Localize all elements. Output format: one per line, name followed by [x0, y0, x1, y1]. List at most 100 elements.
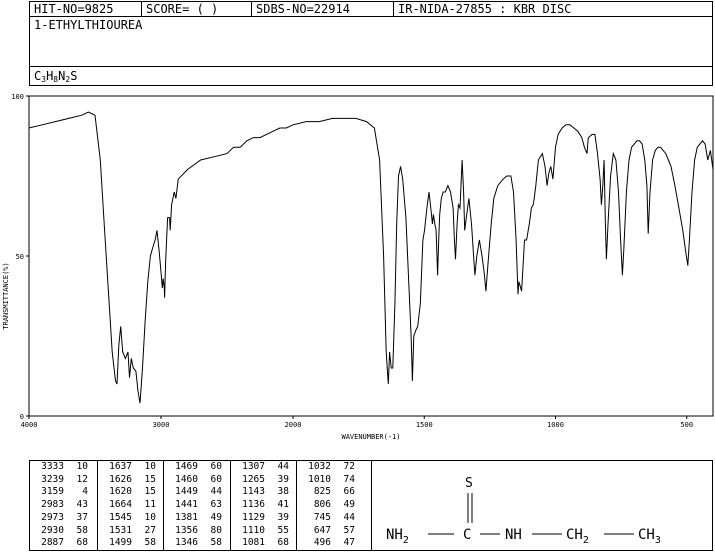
peak-row: 1136 41: [231, 499, 296, 512]
peak-row: 1381 49: [164, 512, 230, 525]
peak-transmittance: 43: [76, 499, 88, 511]
x-tick-label: 1500: [416, 421, 433, 429]
peak-wavenumber: 1441: [175, 499, 198, 511]
peak-transmittance: 66: [343, 486, 355, 498]
peak-row: 1626 15: [98, 474, 163, 487]
sulfur-atom: S: [465, 476, 473, 491]
peak-transmittance: 38: [277, 486, 289, 498]
peak-row: 647 57: [297, 525, 371, 538]
peak-transmittance: 15: [144, 473, 156, 485]
peak-row: 3333 10: [30, 461, 97, 474]
y-ticks: 0 50 100: [11, 93, 29, 421]
peak-wavenumber: 1545: [109, 511, 132, 523]
peak-wavenumber: 2930: [41, 524, 64, 536]
hit-number: HIT-NO=9825: [30, 2, 142, 16]
peak-transmittance: 10: [76, 461, 88, 472]
peak-row: 1032 72: [297, 461, 371, 474]
peak-row: 3159 4: [30, 486, 97, 499]
peak-wavenumber: 1346: [175, 537, 198, 549]
peak-transmittance: 10: [144, 461, 156, 472]
peak-wavenumber: 2973: [41, 511, 64, 523]
peak-row: 1346 58: [164, 537, 230, 550]
peak-row: 825 66: [297, 486, 371, 499]
peak-transmittance: 27: [144, 524, 156, 536]
peak-wavenumber: 1265: [242, 473, 265, 485]
compound-name-box: 1-ETHYLTHIOUREA: [29, 16, 713, 67]
peak-transmittance: 72: [343, 461, 355, 472]
peak-row: 2983 43: [30, 499, 97, 512]
peak-wavenumber: 1356: [175, 524, 198, 536]
x-tick-label: 4000: [21, 421, 38, 429]
peak-wavenumber: 1469: [175, 461, 198, 472]
peak-wavenumber: 1032: [308, 461, 331, 472]
structure-box: S NH2 C NH CH2 CH3: [372, 460, 713, 551]
methyl-group: CH3: [638, 527, 661, 546]
peak-wavenumber: 1449: [175, 486, 198, 498]
x-ticks: 4000 3000 2000 1500 1000 500: [21, 416, 693, 429]
peak-wavenumber: 825: [313, 486, 331, 498]
peak-row: 496 47: [297, 537, 371, 550]
imino-group: NH: [505, 527, 522, 543]
peak-wavenumber: 1307: [242, 461, 265, 472]
peak-transmittance: 57: [343, 524, 355, 536]
peak-wavenumber: 3333: [41, 461, 64, 472]
peak-transmittance: 41: [277, 499, 289, 511]
peak-wavenumber: 1381: [175, 511, 198, 523]
ir-nida-number: IR-NIDA-27855 : KBR DISC: [398, 2, 572, 16]
peak-transmittance: 55: [277, 524, 289, 536]
peak-transmittance: 58: [210, 537, 222, 549]
carbon-atom: C: [463, 527, 471, 543]
plot-frame: [28, 95, 714, 417]
molecular-formula: C3H8N2S: [34, 69, 78, 84]
x-tick-label: 500: [680, 421, 693, 429]
peak-transmittance: 68: [76, 537, 88, 549]
peak-transmittance: 4: [82, 486, 88, 498]
peak-wavenumber: 3159: [41, 486, 64, 498]
formula-box: C3H8N2S: [29, 66, 713, 86]
peak-transmittance: 12: [76, 473, 88, 485]
peak-column: 3333 10 3239 12 3159 4 2983 43 2973 37 2930 58 2887 6…: [30, 461, 98, 550]
peak-row: 1664 11: [98, 499, 163, 512]
peak-transmittance: 49: [210, 511, 222, 523]
peak-wavenumber: 1637: [109, 461, 132, 472]
x-tick-label: 3000: [153, 421, 170, 429]
peak-wavenumber: 1626: [109, 473, 132, 485]
peak-wavenumber: 1499: [109, 537, 132, 549]
peak-transmittance: 15: [144, 486, 156, 498]
x-tick-label: 1000: [547, 421, 564, 429]
peak-wavenumber: 1531: [109, 524, 132, 536]
peak-wavenumber: 1129: [242, 511, 265, 523]
amino-group: NH2: [386, 527, 409, 546]
peak-row: 1460 60: [164, 474, 230, 487]
y-tick-label: 50: [16, 253, 24, 261]
peak-transmittance: 10: [144, 511, 156, 523]
peak-transmittance: 11: [144, 499, 156, 511]
peak-row: 2887 68: [30, 537, 97, 550]
peak-wavenumber: 1460: [175, 473, 198, 485]
peak-table: 3333 10 32 39 12 3159 4 2983 43 2973 37 2930 58 2887 6…: [29, 460, 372, 551]
compound-name: 1-ETHYLTHIOUREA: [34, 18, 143, 32]
peak-row: 1110 55: [231, 525, 296, 538]
peak-wavenumber: 806: [313, 499, 331, 511]
peak-transmittance: 68: [277, 537, 289, 549]
peak-row: 1265 39: [231, 474, 296, 487]
x-tick-label: 2000: [285, 421, 302, 429]
y-axis-label: TRANSMITTANCE(%): [2, 262, 10, 329]
peak-transmittance: 60: [210, 473, 222, 485]
ir-spectrum-chart: 0 50 100 4000 3000 2000 1500 1000 500 TRANSMITT…: [2, 93, 714, 441]
peak-transmittance: 63: [210, 499, 222, 511]
peak-wavenumber: 2887: [41, 537, 64, 549]
y-tick-label: 0: [20, 413, 24, 421]
peak-wavenumber: 1110: [242, 524, 265, 536]
peak-transmittance: 39: [277, 511, 289, 523]
header-bar: HIT-NO=9825 SCORE= ( ) SDBS-NO=22914 IR-…: [29, 1, 713, 17]
peak-wavenumber: 647: [313, 524, 331, 536]
peak-transmittance: 37: [76, 511, 88, 523]
peak-transmittance: 44: [277, 461, 289, 472]
peak-row: 1499 58: [98, 537, 163, 550]
y-tick-label: 100: [11, 93, 24, 101]
peak-wavenumber: 745: [313, 511, 331, 523]
peak-column: 1469 60 1460 60 1449 44 1441 63 1381 49 1356 80 1346…: [164, 461, 231, 550]
peak-row: 1307 44: [231, 461, 296, 474]
peak-row: 1010 74: [297, 474, 371, 487]
